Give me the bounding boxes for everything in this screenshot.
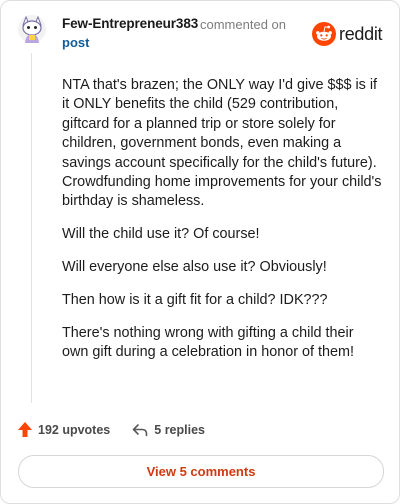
comment-paragraph: Will the child use it? Of course!: [62, 226, 260, 243]
comment-paragraph: Will everyone else also use it? Obviousl…: [62, 259, 327, 276]
reddit-wordmark: reddit: [339, 23, 383, 44]
reddit-logo[interactable]: reddit: [312, 22, 383, 46]
post-link[interactable]: post: [62, 35, 89, 50]
comment-card: Few-Entrepreneur383 commented on post re…: [0, 0, 400, 504]
avatar[interactable]: [17, 14, 47, 44]
comment-paragraph: There's nothing wrong with gifting a chi…: [62, 325, 354, 361]
comment-body: NTA that's brazen; the ONLY way I'd give…: [62, 76, 382, 376]
comment-footer: 192 upvotes 5 replies: [17, 421, 205, 438]
reddit-snoo-icon: [312, 22, 336, 46]
upvote-count: 192 upvotes: [38, 422, 111, 437]
replies-button[interactable]: 5 replies: [132, 423, 205, 437]
upvote-arrow-icon: [18, 422, 32, 437]
reply-arrow-icon: [132, 423, 148, 436]
comment-author[interactable]: Few-Entrepreneur383: [62, 16, 198, 31]
comment-paragraph: NTA that's brazen; the ONLY way I'd give…: [62, 77, 382, 210]
comment-action-text: commented on: [200, 17, 286, 32]
view-comments-button[interactable]: View 5 comments: [18, 455, 384, 488]
thread-line: [31, 53, 32, 403]
comment-paragraph: Then how is it a gift fit for a child? I…: [62, 292, 328, 309]
upvote-button[interactable]: 192 upvotes: [17, 421, 110, 438]
avatar-icon: [18, 15, 46, 43]
replies-count: 5 replies: [154, 422, 205, 437]
